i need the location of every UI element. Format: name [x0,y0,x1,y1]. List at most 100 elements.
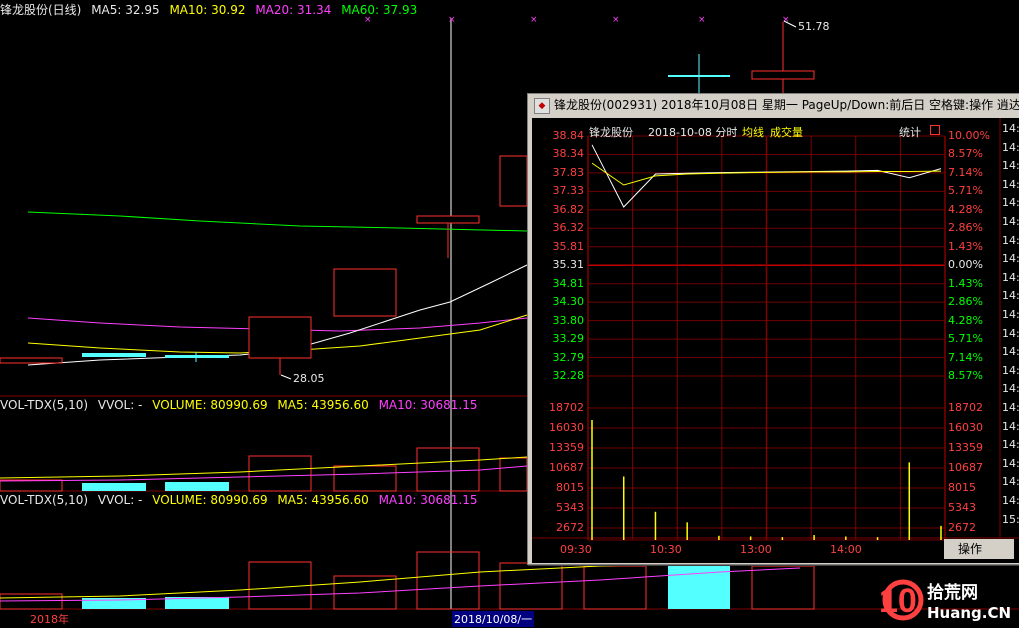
trading-window: × × × × × × 锋龙股份(日线) MA5: 32.95 MA10: 30… [0,0,1019,628]
price-tick-label: 32.28 [552,369,585,382]
volume-tick-label: 18702 [549,401,584,414]
tick-time-entry: 14:5 [1002,419,1019,433]
avg-line-legend[interactable]: 均线 [742,124,764,140]
vol-ma5-line-1 [0,456,528,479]
marker: × [530,15,538,25]
marker: × [612,15,620,25]
volume-value: VOLUME: 80990.69 [152,493,268,507]
volume-tick-label: 13359 [948,441,983,454]
candle-up [333,268,397,317]
tick-time-entry: 14:5 [1002,270,1019,284]
ma5-value: MA5: 32.95 [91,3,160,17]
percent-tick-label: 2.86% [948,295,983,309]
price-tick-label: 36.32 [552,221,585,235]
vol-ma5-value: MA5: 43956.60 [277,398,369,412]
tick-time-entry: 14:5 [1002,363,1019,377]
stats-button[interactable]: 统计 [899,124,921,140]
action-button[interactable]: 操作 [944,539,1014,559]
percent-tick-label: 5.71% [948,184,983,198]
volume-tick-label: 16030 [549,421,584,434]
low-pointer [280,374,292,380]
volume-tick-label: 2672 [948,521,976,534]
price-tick-label: 38.84 [552,129,585,142]
marker: × [698,15,706,25]
percent-tick-label: 2.86% [948,221,983,235]
tick-time-entry: 14:5 [1002,308,1019,321]
intraday-popup-window[interactable]: ◆ 锋龙股份(002931) 2018年10月08日 星期一 PageUp/Dow… [527,93,1019,565]
indicator-name: VOL-TDX(5,10) [0,493,89,507]
tick-time-entry: 14:5 [1002,122,1019,135]
top-markers: × × × × × × [364,15,790,25]
tick-time-entry: 14:5 [1002,215,1019,228]
volume-bars-1 [0,447,528,492]
candle-up [499,155,528,207]
volume-bar [82,483,146,491]
percent-tick-label: 4.28% [948,202,983,216]
volume-tick-label: 18702 [948,401,983,414]
volume-tick-label: 2672 [556,521,584,534]
tick-time-entry: 14:5 [1002,345,1019,359]
main-header: 锋龙股份(日线) MA5: 32.95 MA10: 30.92 MA20: 31… [0,3,423,18]
volume-value: VOLUME: 80990.69 [152,398,268,412]
intraday-chart-area[interactable]: 锋龙股份 2018-10-08 分时 均线 成交量 统计 38.84 38.34 3… [532,118,1019,563]
volume-bar [0,593,63,610]
vol-ma10-value: MA10: 30681.15 [378,493,478,507]
price-tick-label: 36.82 [552,202,585,216]
vvol-value: VVOL: - [97,398,143,412]
tick-time-entry: 14:5 [1002,382,1019,396]
low-price-label: 28.05 [293,372,325,385]
stats-toggle-icon[interactable] [930,125,940,135]
app-icon: ◆ [534,98,550,114]
price-tick-label: 38.34 [552,147,585,161]
tick-time-entry: 14:5 [1002,159,1019,173]
watermark-site-en: Huang.CN [927,604,1011,622]
candle-up [0,357,63,364]
percent-tick-label: 4.28% [948,313,983,327]
price-tick-label: 32.79 [552,350,585,364]
site-watermark: 10 拾荒网 Huang.CN [879,579,1011,622]
percent-tick-label: 7.14% [948,165,983,179]
volume-header-1: VOL-TDX(5,10) VVOL: - VOLUME: 80990.69 M… [0,398,484,413]
year-axis-label: 2018年 [30,613,69,626]
tick-time-entry: 14:5 [1002,456,1019,470]
tick-time-entry: 14:5 [1002,438,1019,452]
price-tick-label: 35.81 [552,239,585,253]
time-tick-label: 10:30 [650,543,682,556]
watermark-badge: 10 [879,582,917,620]
high-price-label: 51.78 [798,20,830,33]
price-tick-label: 33.80 [552,313,585,327]
candle-down [165,355,229,358]
tick-time-entry: 14:5 [1002,196,1019,210]
intraday-chart[interactable] [532,118,1019,563]
vvol-value: VVOL: - [97,493,143,507]
candle-up [416,215,480,224]
volume-tick-label: 8015 [948,481,976,494]
volume-bar [668,562,730,609]
percent-tick-label: 0.00% [948,258,983,272]
percent-tick-label: 10.00% [948,129,990,142]
tick-time-entry: 14:5 [1002,252,1019,266]
time-tick-label: 13:00 [740,543,772,556]
volume-tick-label: 5343 [948,501,976,514]
time-tick-label: 09:30 [560,543,592,556]
price-tick-label: 33.29 [552,332,585,346]
volume-tick-label: 13359 [549,441,584,454]
volume-bar [416,551,480,610]
ma60-value: MA60: 37.93 [341,3,418,17]
tick-time-entry: 14:5 [1002,233,1019,247]
percent-tick-label: 1.43% [948,239,983,253]
tick-time-entry: 14:5 [1002,326,1019,340]
volume-header-2: VOL-TDX(5,10) VVOL: - VOLUME: 80990.69 M… [0,493,484,508]
chart-subtitle: 2018-10-08 分时 [648,126,738,139]
volume-bar [333,465,397,492]
tick-time-entry: 15:0 [1002,512,1019,526]
popup-title: 锋龙股份(002931) 2018年10月08日 星期一 PageUp/Down… [554,98,1019,112]
chart-title: 锋龙股份 [589,126,633,139]
popup-titlebar[interactable]: ◆ 锋龙股份(002931) 2018年10月08日 星期一 PageUp/Dow… [530,96,1019,114]
volume-legend[interactable]: 成交量 [770,124,803,140]
tick-time-entry: 14:5 [1002,289,1019,303]
vol-ma10-line-1 [0,465,528,482]
volume-bar [0,479,63,492]
volume-bar [499,457,528,492]
price-tick-label: 37.83 [552,165,585,179]
